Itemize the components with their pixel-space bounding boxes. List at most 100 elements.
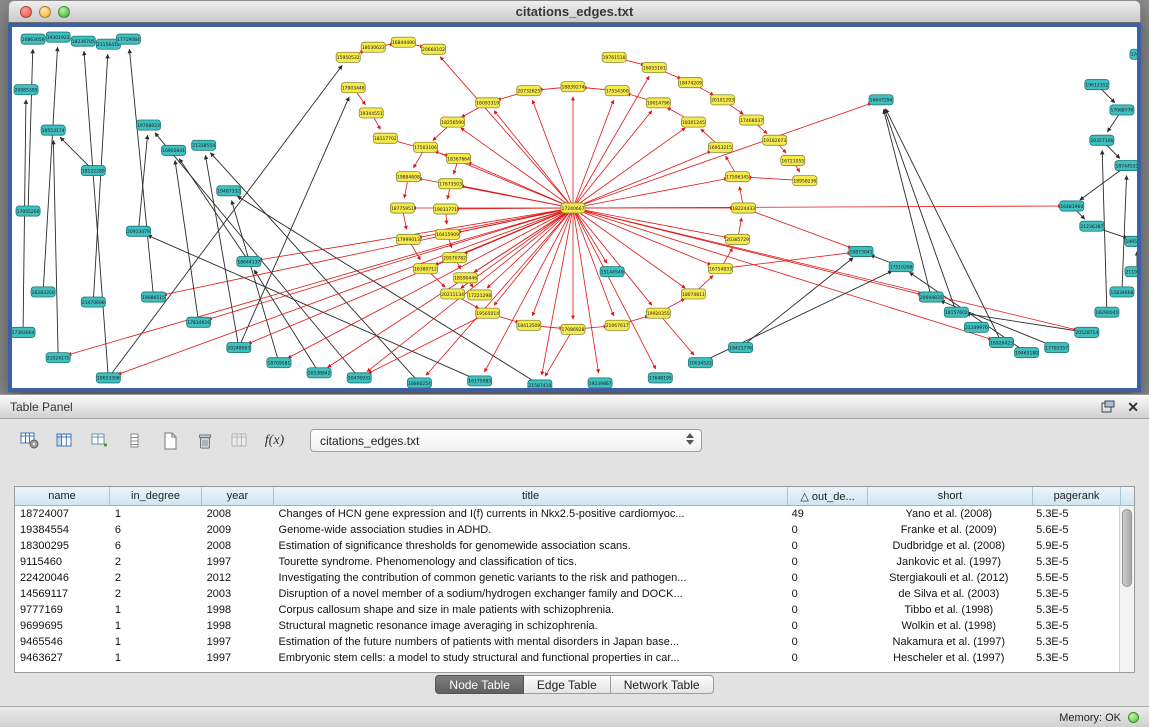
import-table-icon[interactable] [86, 428, 113, 453]
graph-node[interactable]: 20732625 [517, 86, 541, 96]
graph-node[interactable]: 19565014 [476, 308, 500, 318]
graph-node[interactable]: 18839274 [561, 82, 585, 92]
minimize-button[interactable] [39, 6, 51, 18]
column-header-out_de[interactable]: △ out_de... [788, 487, 868, 505]
graph-node[interactable]: 20034522 [688, 358, 712, 368]
graph-node[interactable]: 18224433 [732, 203, 756, 213]
graph-node[interactable]: 18117702 [373, 133, 397, 143]
graph-node[interactable]: 19950814 [1125, 236, 1137, 246]
graph-node[interactable]: 18030623 [361, 42, 385, 52]
column-header-title[interactable]: title [274, 487, 788, 505]
graph-node[interactable]: 19014796 [646, 98, 670, 108]
row-height-icon[interactable] [121, 428, 148, 453]
graph-node[interactable]: 18474209 [678, 78, 702, 88]
graph-node[interactable]: 19873041 [849, 246, 873, 256]
graph-node[interactable]: 16902841 [162, 145, 186, 155]
graph-node[interactable]: 19612352 [1085, 80, 1109, 90]
graph-node[interactable]: 17596345 [726, 172, 750, 182]
graph-node[interactable]: 16415909 [436, 229, 460, 239]
graph-node[interactable]: 18413509 [517, 320, 541, 330]
graph-node[interactable]: 19884608 [396, 172, 420, 182]
graph-node[interactable]: 16953215 [708, 142, 732, 152]
graph-node[interactable]: 20357106 [1090, 135, 1114, 145]
new-file-icon[interactable] [156, 428, 183, 453]
graph-node[interactable]: 18590446 [454, 273, 478, 283]
graph-node[interactable]: 20694835 [919, 292, 943, 302]
graph-node[interactable]: 18301245 [681, 117, 705, 127]
graph-node[interactable]: 17503106 [413, 142, 437, 152]
graph-node[interactable]: 20863056 [21, 34, 45, 44]
graph-node[interactable]: 18074811 [681, 289, 705, 299]
graph-node[interactable]: 17648195 [648, 373, 672, 383]
float-panel-icon[interactable] [1101, 400, 1115, 413]
show-columns-icon[interactable] [51, 428, 78, 453]
graph-node[interactable]: 17468037 [740, 115, 764, 125]
graph-node[interactable]: 21067617 [605, 320, 629, 330]
graph-node[interactable]: 15144549 [600, 267, 624, 277]
graph-node[interactable]: 18236705 [71, 36, 95, 46]
graph-node[interactable]: 21587410 [528, 380, 552, 388]
graph-node[interactable]: 15834668 [1110, 287, 1134, 297]
graph-node[interactable]: 17719084 [116, 34, 140, 44]
graph-node[interactable]: 16721055 [781, 155, 805, 165]
table-row[interactable]: 2242004622012Investigating the contribut… [15, 570, 1119, 586]
table-row[interactable]: 977716911998Corpus callosum shape and si… [15, 602, 1119, 618]
graph-node[interactable]: 17240667 [561, 203, 585, 213]
graph-node[interactable]: 18958236 [793, 176, 817, 186]
network-graph-canvas[interactable]: 17240667 18224433 17596345 16953215 18301245… [12, 27, 1137, 388]
graph-node[interactable]: 20476931 [347, 373, 371, 383]
zoom-button[interactable] [58, 6, 70, 18]
graph-node[interactable]: 21349976 [964, 322, 988, 332]
graph-node[interactable]: 17625241 [1130, 49, 1137, 59]
graph-node[interactable]: 19920355 [646, 308, 670, 318]
graph-node[interactable]: 17055260 [16, 206, 40, 216]
graph-node[interactable]: 16926423 [989, 337, 1013, 347]
graph-node[interactable]: 16093319 [476, 98, 500, 108]
table-row[interactable]: 1938455462009Genome-wide association stu… [15, 522, 1119, 538]
graph-node[interactable]: 20528714 [1075, 327, 1099, 337]
graph-node[interactable]: 20248063 [227, 342, 251, 352]
column-header-pagerank[interactable]: pagerank [1033, 487, 1121, 505]
close-panel-icon[interactable]: ✕ [1127, 400, 1139, 414]
graph-node[interactable]: 21470698 [81, 297, 105, 307]
graph-node[interactable]: 17554300 [605, 86, 629, 96]
graph-node[interactable]: 18157602 [944, 307, 968, 317]
graph-node[interactable]: 17510268 [889, 262, 913, 272]
tab-network-table[interactable]: Network Table [611, 675, 714, 694]
table-row[interactable]: 969969511998Structural magnetic resonanc… [15, 618, 1119, 634]
window-titlebar[interactable]: citations_edges.txt [8, 0, 1141, 23]
graph-node[interactable]: 15950532 [336, 52, 360, 62]
graph-node[interactable]: 18644137 [237, 257, 261, 267]
graph-node[interactable]: 16538842 [307, 368, 331, 378]
graph-node[interactable]: 16283350 [31, 287, 55, 297]
graph-node[interactable]: 17834926 [187, 317, 211, 327]
delete-table-icon[interactable] [191, 428, 218, 453]
graph-node[interactable]: 20570782 [443, 252, 467, 262]
graph-node[interactable]: 17783357 [1045, 342, 1069, 352]
graph-node[interactable]: 17068779 [1110, 105, 1134, 115]
graph-node[interactable]: 19239867 [588, 378, 612, 388]
column-header-in_degree[interactable]: in_degree [110, 487, 202, 505]
graph-node[interactable]: 19761518 [602, 52, 626, 62]
graph-node[interactable]: 20385729 [726, 234, 750, 244]
table-row[interactable]: 1456911722003Disruption of a novel membe… [15, 586, 1119, 602]
close-button[interactable] [20, 6, 32, 18]
graph-node[interactable]: 18775951 [390, 203, 414, 213]
graph-node[interactable]: 18709581 [267, 358, 291, 368]
table-row[interactable]: 1830029562008Estimation of significance … [15, 538, 1119, 554]
graph-node[interactable]: 16175083 [468, 376, 492, 386]
graph-node[interactable]: 19086515 [141, 292, 165, 302]
graph-node[interactable]: 20101293 [710, 95, 734, 105]
function-builder-icon[interactable]: f(x) [261, 428, 288, 453]
graph-node[interactable]: 17673503 [439, 179, 463, 189]
graph-node[interactable]: 21105925 [1125, 267, 1137, 277]
graph-node[interactable]: 19768023 [136, 120, 160, 130]
graph-node[interactable]: 18290041 [1095, 307, 1119, 317]
column-header-short[interactable]: short [868, 487, 1033, 505]
graph-node[interactable]: 17086928 [561, 324, 585, 334]
graph-node[interactable]: 16380712 [413, 264, 437, 274]
graph-node[interactable]: 20660102 [421, 44, 445, 54]
graph-node[interactable]: 20211134 [441, 289, 465, 299]
graph-node[interactable]: 19653308 [96, 373, 120, 383]
graph-node[interactable]: 17903448 [341, 83, 365, 93]
